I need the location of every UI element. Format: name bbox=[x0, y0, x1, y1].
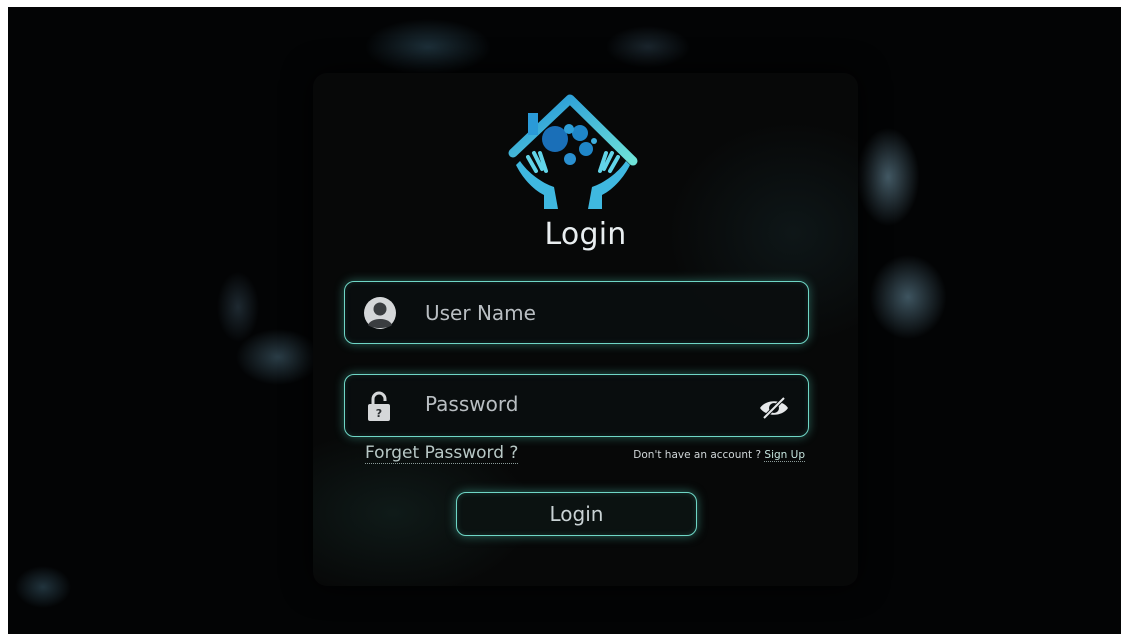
svg-text:?: ? bbox=[376, 407, 382, 420]
password-placeholder: Password bbox=[425, 392, 519, 416]
login-card: Login User Name ? Password Forget Passwo… bbox=[313, 73, 858, 586]
background: Login User Name ? Password Forget Passwo… bbox=[8, 7, 1121, 634]
no-account-text: Don't have an account ? bbox=[633, 449, 762, 461]
username-field[interactable]: User Name bbox=[344, 281, 809, 344]
forgot-password-link[interactable]: Forget Password ? bbox=[365, 443, 519, 464]
password-field[interactable]: ? Password bbox=[344, 374, 809, 437]
house-hands-logo bbox=[508, 94, 638, 209]
signup-link[interactable]: Sign Up bbox=[764, 449, 805, 462]
page-title: Login bbox=[544, 217, 627, 252]
user-avatar-icon bbox=[364, 297, 396, 329]
eye-slash-icon[interactable] bbox=[758, 396, 790, 420]
lock-icon: ? bbox=[368, 391, 390, 421]
login-button[interactable]: Login bbox=[456, 492, 697, 536]
signup-prompt: Don't have an account ? Sign Up bbox=[633, 448, 805, 462]
username-placeholder: User Name bbox=[425, 301, 536, 325]
